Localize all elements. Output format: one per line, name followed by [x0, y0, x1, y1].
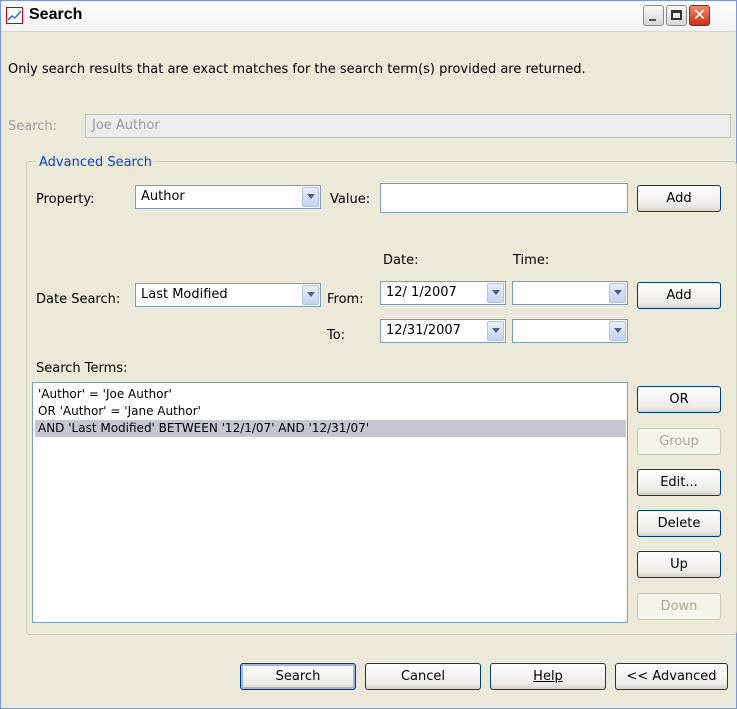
property-select[interactable]: Author [135, 185, 321, 209]
from-date-picker[interactable]: 12/ 1/2007 [380, 281, 506, 305]
info-text: Only search results that are exact match… [8, 62, 586, 77]
list-item[interactable]: 'Author' = 'Joe Author' [38, 386, 626, 403]
up-button[interactable]: Up [637, 551, 721, 578]
to-date-picker[interactable]: 12/31/2007 [380, 319, 506, 343]
edit-button[interactable]: Edit... [637, 469, 721, 496]
add-property-button[interactable]: Add [637, 185, 721, 212]
from-date-value: 12/ 1/2007 [386, 285, 457, 300]
chevron-down-icon[interactable] [302, 285, 319, 305]
list-item[interactable]: OR 'Author' = 'Jane Author' [38, 403, 626, 420]
add-date-button[interactable]: Add [637, 282, 721, 309]
time-column-label: Time: [513, 253, 550, 268]
search-input[interactable]: Joe Author [85, 114, 731, 138]
or-button[interactable]: OR [637, 386, 721, 413]
close-button[interactable]: ✕ [689, 5, 710, 26]
minimize-button[interactable] [643, 5, 664, 26]
to-label: To: [327, 328, 346, 343]
to-date-value: 12/31/2007 [386, 323, 461, 338]
search-label: Search: [8, 119, 58, 134]
value-label: Value: [330, 192, 371, 207]
chevron-down-icon[interactable] [609, 283, 626, 303]
advanced-search-title: Advanced Search [36, 155, 156, 170]
maximize-button[interactable] [666, 5, 687, 26]
date-search-label: Date Search: [36, 292, 121, 307]
window-title: Search [29, 6, 83, 23]
date-search-select-value: Last Modified [141, 287, 228, 302]
to-time-select[interactable] [512, 319, 628, 343]
chart-icon [6, 7, 23, 24]
search-dialog: Search ✕ Only search results that are ex… [0, 0, 737, 709]
down-button[interactable]: Down [637, 593, 721, 620]
search-button[interactable]: Search [240, 663, 356, 690]
help-button[interactable]: Help [490, 663, 606, 690]
chevron-down-icon[interactable] [487, 321, 504, 341]
list-item-selected[interactable]: AND 'Last Modified' BETWEEN '12/1/07' AN… [35, 420, 626, 437]
chevron-down-icon[interactable] [302, 187, 319, 207]
from-time-select[interactable] [512, 281, 628, 305]
chevron-down-icon[interactable] [487, 283, 504, 303]
search-terms-list[interactable]: 'Author' = 'Joe Author' OR 'Author' = 'J… [32, 382, 628, 623]
advanced-toggle-button[interactable]: << Advanced [615, 663, 728, 690]
date-search-select[interactable]: Last Modified [135, 283, 321, 307]
close-icon: ✕ [692, 5, 707, 24]
from-label: From: [327, 292, 364, 307]
title-bar[interactable]: Search ✕ [1, 1, 736, 32]
search-terms-label: Search Terms: [36, 361, 128, 376]
group-button[interactable]: Group [637, 428, 721, 455]
value-input[interactable] [380, 183, 628, 213]
property-label: Property: [36, 192, 95, 207]
date-column-label: Date: [383, 253, 419, 268]
cancel-button[interactable]: Cancel [365, 663, 481, 690]
help-button-label: Help [533, 669, 563, 684]
chevron-down-icon[interactable] [609, 321, 626, 341]
delete-button[interactable]: Delete [637, 510, 721, 537]
property-select-value: Author [141, 189, 185, 204]
